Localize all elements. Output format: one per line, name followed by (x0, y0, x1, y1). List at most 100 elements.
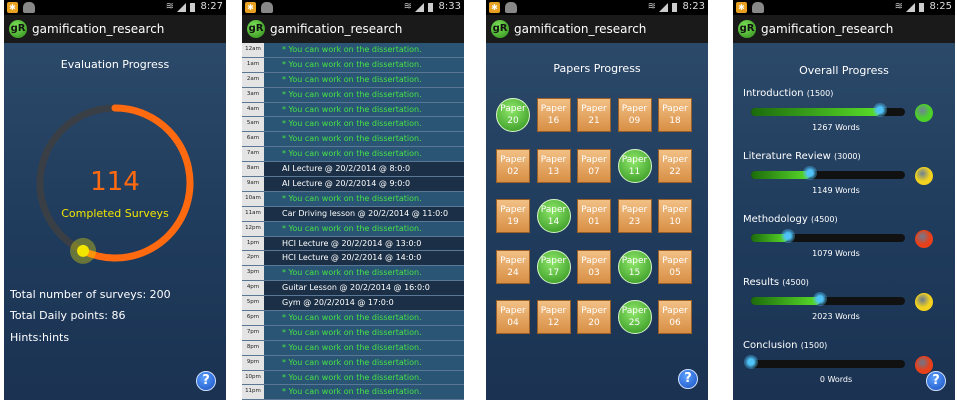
app-title: gamification_research (270, 22, 403, 36)
help-button[interactable]: ? (196, 371, 216, 391)
slider-thumb[interactable] (813, 292, 828, 306)
schedule-row[interactable]: 5am * You can work on the dissertation. (242, 117, 464, 133)
paper-tile[interactable]: Paper 18 (658, 98, 692, 132)
hour-label: 7am (242, 147, 264, 162)
section-target: (1500) (806, 89, 834, 98)
wifi-icon: ≋ (403, 1, 412, 12)
paper-tile[interactable]: Paper 14 (536, 199, 571, 233)
schedule-row[interactable]: 1pm HCI Lecture @ 20/2/2014 @ 13:0:0 (242, 236, 464, 252)
paper-number: 22 (669, 166, 681, 177)
hour-label: 5pm (242, 296, 264, 311)
paper-tile[interactable]: Paper 21 (577, 98, 611, 132)
paper-tile[interactable]: Paper 02 (496, 148, 530, 183)
schedule-row[interactable]: 6am * You can work on the dissertation. (242, 132, 464, 148)
schedule-row[interactable]: 8am AI Lecture @ 20/2/2014 @ 8:0:0 (242, 162, 464, 178)
schedule-row[interactable]: 11am Car Driving lesson @ 20/2/2014 @ 11:… (242, 206, 464, 222)
hour-label: 10am (242, 191, 264, 206)
schedule-row[interactable]: 2pm HCI Lecture @ 20/2/2014 @ 14:0:0 (242, 251, 464, 267)
paper-tile[interactable]: Paper 06 (658, 300, 692, 334)
slider-thumb[interactable] (744, 355, 758, 369)
app-icon[interactable]: gR (491, 20, 509, 38)
schedule-row[interactable]: 5pm Gym @ 20/2/2014 @ 17:0:0 (242, 296, 464, 312)
free-slot-text: * You can work on the dissertation. (282, 89, 422, 99)
app-title: gamification_research (514, 22, 647, 36)
paper-tile[interactable]: Paper 05 (658, 249, 692, 284)
progress-track[interactable] (744, 355, 905, 369)
section-target: (1500) (800, 341, 828, 350)
paper-tile[interactable]: Paper 01 (577, 199, 611, 233)
schedule-row[interactable]: 10am * You can work on the dissertation. (242, 191, 464, 207)
status-indicator-icon (915, 230, 933, 248)
free-slot-text: * You can work on the dissertation. (282, 149, 422, 159)
schedule-row[interactable]: 4pm Guitar Lesson @ 20/2/2014 @ 16:0:0 (242, 281, 464, 297)
progress-track[interactable] (751, 166, 905, 180)
paper-label: Paper (581, 154, 607, 165)
app-icon[interactable]: gR (738, 20, 756, 38)
schedule-row[interactable]: 3am * You can work on the dissertation. (242, 87, 464, 103)
ring-knob[interactable] (77, 244, 90, 257)
paper-number: 19 (507, 217, 519, 227)
paper-tile[interactable]: Paper 15 (617, 249, 652, 284)
paper-tile[interactable]: Paper 10 (658, 199, 692, 233)
word-count: 0 Words (819, 375, 853, 384)
signal-icon (906, 3, 915, 12)
paper-tile[interactable]: Paper 16 (536, 98, 571, 132)
schedule-row[interactable]: 9pm * You can work on the dissertation. (242, 355, 464, 371)
paper-number: 18 (669, 116, 681, 126)
schedule-row[interactable]: 3pm * You can work on the dissertation. (242, 266, 464, 282)
paper-tile[interactable]: Paper 24 (496, 249, 530, 284)
signal-icon (177, 3, 186, 12)
paper-tile[interactable]: Paper 17 (536, 249, 571, 284)
screen-title: Evaluation Progress (60, 58, 170, 71)
schedule-row[interactable]: 10pm * You can work on the dissertation. (242, 370, 464, 386)
slider-thumb[interactable] (802, 166, 817, 180)
paper-tile[interactable]: Paper 11 (617, 148, 652, 183)
help-button[interactable]: ? (926, 371, 946, 391)
paper-tile[interactable]: Paper 20 (577, 300, 611, 334)
schedule-row[interactable]: 2am * You can work on the dissertation. (242, 72, 464, 88)
app-icon[interactable]: gR (9, 20, 27, 38)
section-label: Results (4500) (743, 277, 809, 288)
paper-tile[interactable]: Paper 20 (496, 98, 530, 132)
progress-track[interactable] (751, 103, 905, 117)
app-icon[interactable]: gR (247, 20, 265, 38)
schedule-list[interactable]: 12am * You can work on the dissertation. 1… (242, 43, 464, 400)
paper-tile[interactable]: Paper 22 (658, 148, 692, 183)
completed-label: Completed Surveys (61, 207, 169, 220)
completed-count: 114 (90, 167, 140, 197)
schedule-row[interactable]: 7am * You can work on the dissertation. (242, 147, 464, 163)
paper-tile[interactable]: Paper 23 (617, 199, 652, 233)
schedule-row[interactable]: 7pm * You can work on the dissertation. (242, 325, 464, 341)
progress-track[interactable] (751, 292, 905, 306)
schedule-row[interactable]: 9am AI Lecture @ 20/2/2014 @ 9:0:0 (242, 177, 464, 192)
paper-label: Paper (581, 306, 607, 316)
schedule-row[interactable]: 8pm * You can work on the dissertation. (242, 340, 464, 356)
slider-thumb[interactable] (873, 103, 888, 117)
schedule-row[interactable]: 12pm * You can work on the dissertation. (242, 221, 464, 237)
paper-tile[interactable]: Paper 03 (577, 249, 611, 284)
paper-tile[interactable]: Paper 12 (536, 300, 571, 334)
schedule-row[interactable]: 6pm * You can work on the dissertation. (242, 311, 464, 326)
schedule-row[interactable]: 1am * You can work on the dissertation. (242, 57, 464, 73)
slider-thumb[interactable] (780, 229, 795, 243)
schedule-row[interactable]: 4am * You can work on the dissertation. (242, 102, 464, 118)
android-icon (752, 2, 764, 13)
paper-tile[interactable]: Paper 09 (617, 98, 652, 132)
section-name: Conclusion (743, 340, 798, 351)
schedule-row[interactable]: 11pm * You can work on the dissertation. (242, 385, 464, 400)
paper-tile[interactable]: Paper 04 (496, 300, 530, 334)
event-text: HCI Lecture @ 20/2/2014 @ 13:0:0 (282, 238, 422, 248)
paper-tile[interactable]: Paper 25 (617, 300, 652, 334)
free-slot-text: * You can work on the dissertation. (282, 134, 422, 144)
battery-icon (672, 3, 677, 12)
progress-track[interactable] (751, 229, 905, 243)
paper-label: Paper (581, 255, 607, 266)
app-title: gamification_research (761, 22, 894, 36)
hour-label: 2am (242, 72, 264, 87)
paper-tile[interactable]: Paper 19 (496, 199, 530, 233)
paper-tile[interactable]: Paper 07 (577, 148, 611, 183)
help-button[interactable]: ? (678, 369, 698, 389)
schedule-row[interactable]: 12am * You can work on the dissertation. (242, 43, 464, 58)
section-label: Introduction (1500) (743, 88, 833, 99)
paper-tile[interactable]: Paper 13 (536, 148, 571, 183)
